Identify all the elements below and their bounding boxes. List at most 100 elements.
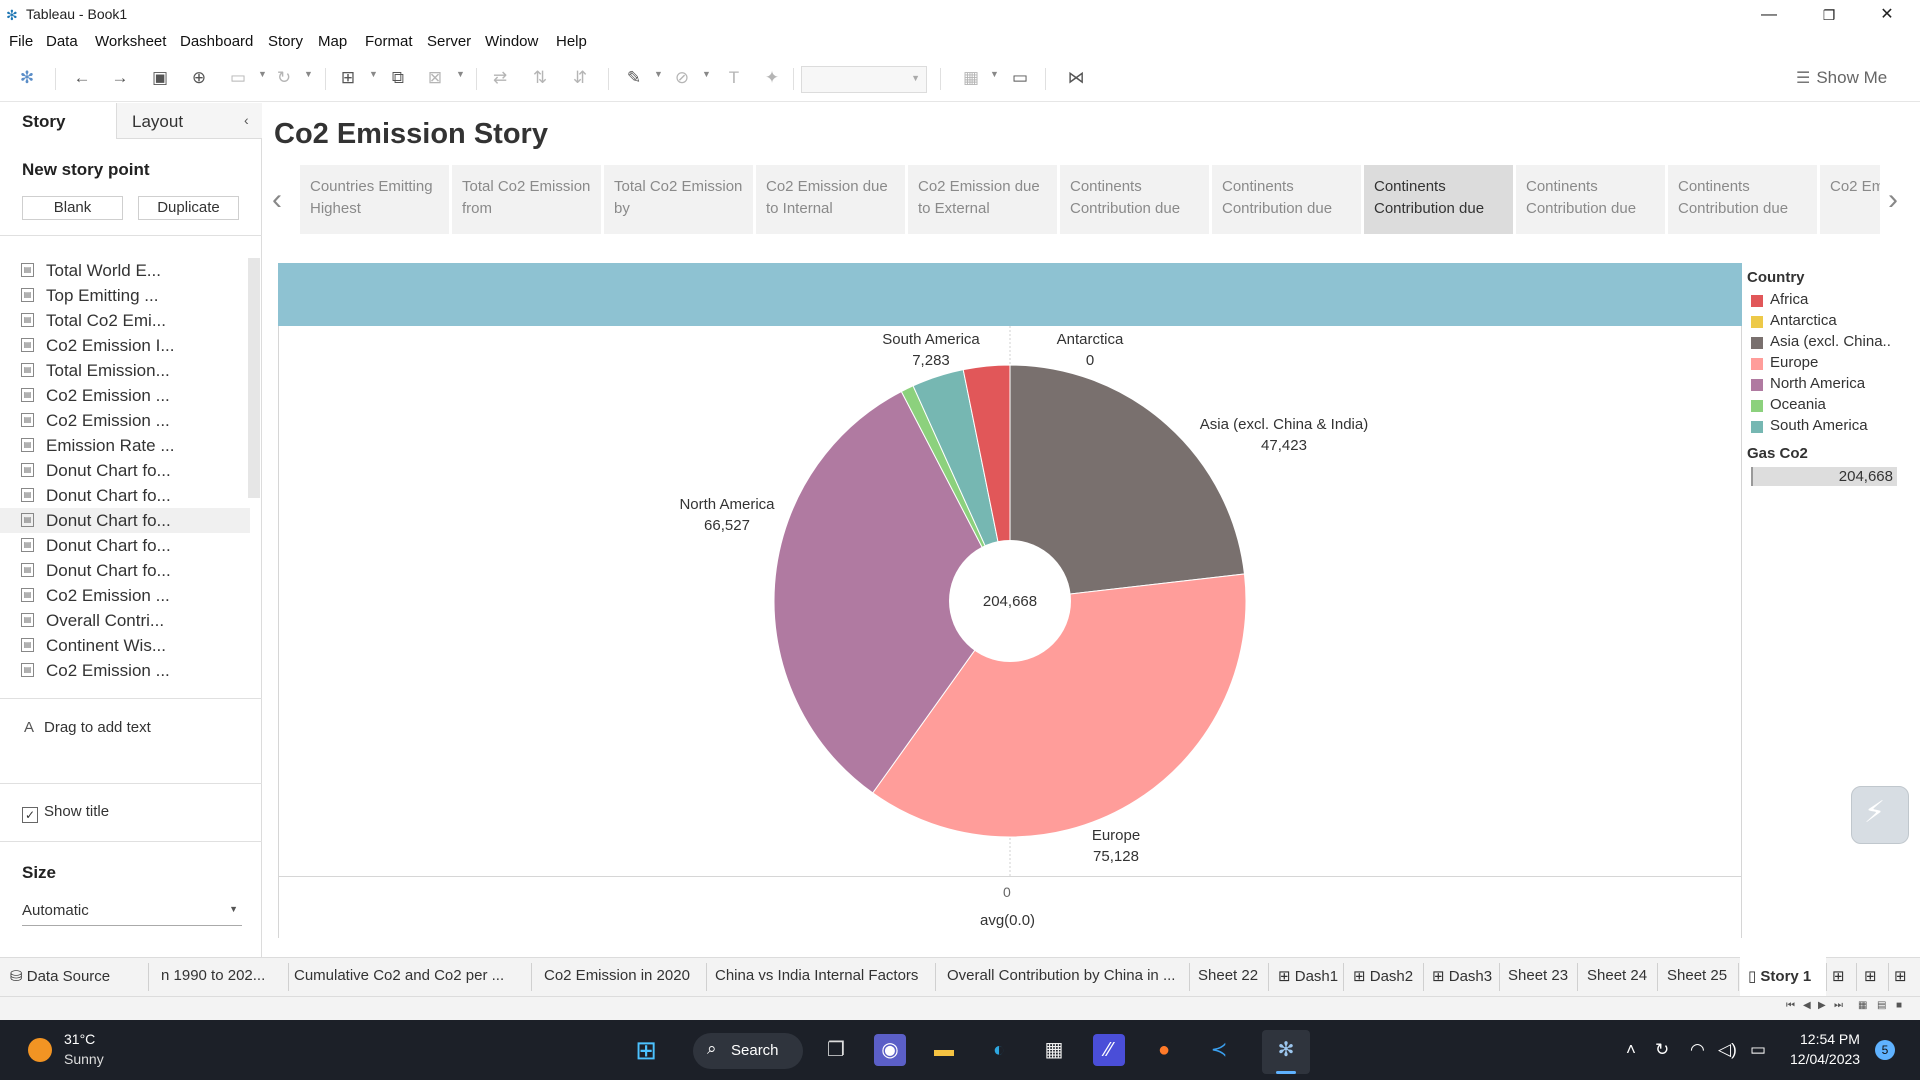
tableau-logo-icon[interactable]: ✻ (15, 66, 39, 90)
menu-help[interactable]: Help (556, 33, 587, 50)
chevron-left-icon[interactable]: ‹ (272, 183, 282, 217)
sheet-tab[interactable]: ⊞ Dash1 (1278, 967, 1338, 985)
new-worksheet-icon[interactable]: ⊞ (336, 66, 360, 90)
chevron-down-icon[interactable]: ▼ (258, 69, 267, 79)
app-icon[interactable]: ⁄⁄ (1093, 1034, 1125, 1066)
chevron-down-icon[interactable]: ▼ (990, 69, 999, 79)
story-sheet-item[interactable]: ▤ Donut Chart fo... (0, 458, 250, 483)
story-point-tab[interactable]: Continents Contribution due (1668, 165, 1817, 234)
pause-updates-icon[interactable]: ▭ (226, 66, 250, 90)
story-sheet-item[interactable]: ▤ Donut Chart fo... (0, 558, 250, 583)
swap-rows-columns-icon[interactable]: ⇄ (488, 66, 512, 90)
drag-to-add-text[interactable]: A Drag to add text (24, 719, 151, 736)
chevron-up-icon[interactable]: ˄ (1626, 1040, 1636, 1060)
sheet-tab[interactable]: n 1990 to 202... (161, 967, 265, 984)
story-sheet-item[interactable]: ▤ Emission Rate ... (0, 433, 250, 458)
task-view-icon[interactable]: ❐ (820, 1034, 852, 1066)
story-sheet-item[interactable]: ▤ Co2 Emission ... (0, 658, 250, 683)
chevron-down-icon[interactable]: ▼ (702, 69, 711, 79)
show-me-button[interactable]: ☰ Show Me (1796, 68, 1887, 88)
story-sheet-item[interactable]: ▤ Total World E... (0, 258, 250, 283)
sort-ascending-icon[interactable]: ⇅ (528, 66, 552, 90)
last-sheet-icon[interactable]: ⏭ (1834, 1000, 1843, 1011)
tab-data-source[interactable]: ⛁ Data Source (10, 967, 110, 985)
save-icon[interactable]: ▣ (148, 66, 172, 90)
story-point-tab[interactable]: Continents Contribution due (1060, 165, 1209, 234)
sync-icon[interactable]: ↻ (1655, 1040, 1669, 1060)
menu-data[interactable]: Data (46, 33, 78, 50)
story-point-tab[interactable]: Co2 Emission due to Internal (756, 165, 905, 234)
speaker-icon[interactable]: ◁) (1718, 1040, 1737, 1060)
story-sheet-item[interactable]: ▤ Donut Chart fo... (0, 533, 250, 558)
collapse-pane-icon[interactable]: ‹ (244, 112, 249, 128)
tab-story[interactable]: Story (0, 103, 117, 139)
weather-condition[interactable]: Sunny (64, 1051, 104, 1067)
file-explorer-icon[interactable]: ▬ (928, 1034, 960, 1066)
menu-format[interactable]: Format (365, 33, 413, 50)
story-point-tab[interactable]: Continents Contribution due (1212, 165, 1361, 234)
menu-story[interactable]: Story (268, 33, 303, 50)
story-sheet-item[interactable]: ▤ Total Emission... (0, 358, 250, 383)
sheet-list-scrollbar[interactable] (248, 258, 260, 498)
story-sheet-item[interactable]: ▤ Co2 Emission ... (0, 408, 250, 433)
redo-icon[interactable]: → (108, 66, 132, 90)
clear-sheet-icon[interactable]: ⊠ (423, 66, 447, 90)
sheet-tab[interactable]: Overall Contribution by China in ... (947, 967, 1175, 984)
firefox-icon[interactable]: ● (1148, 1034, 1180, 1066)
sheet-tab[interactable]: Sheet 22 (1198, 967, 1258, 984)
new-data-source-icon[interactable]: ⊕ (187, 66, 211, 90)
new-story-tab-icon[interactable]: ⊞ (1894, 967, 1907, 985)
grid-view-icon[interactable]: ▦ (1858, 1000, 1867, 1011)
sheet-tab[interactable]: ⊞ Dash2 (1353, 967, 1413, 985)
highlight-icon[interactable]: ✎ (622, 66, 646, 90)
story-sheet-item[interactable]: ▤ Top Emitting ... (0, 283, 250, 308)
menu-dashboard[interactable]: Dashboard (180, 33, 253, 50)
tabs-view-icon[interactable]: ■ (1896, 1000, 1902, 1011)
weather-temperature[interactable]: 31°C (64, 1031, 95, 1047)
blank-button[interactable]: Blank (22, 196, 123, 220)
duplicate-sheet-icon[interactable]: ⧉ (386, 66, 410, 90)
sheet-tab[interactable]: China vs India Internal Factors (715, 967, 918, 984)
minimize-button[interactable]: — (1746, 2, 1792, 28)
wifi-icon[interactable]: ◠ (1690, 1040, 1705, 1060)
story-sheet-item[interactable]: ▤ Co2 Emission ... (0, 583, 250, 608)
story-point-tab[interactable]: Countries Emitting Highest (300, 165, 449, 234)
new-dashboard-tab-icon[interactable]: ⊞ (1864, 967, 1877, 985)
taskbar-search[interactable]: ⌕ Search (693, 1033, 803, 1069)
sort-descending-icon[interactable]: ⇵ (568, 66, 592, 90)
sheet-tab[interactable]: ▯ Story 1 (1748, 967, 1811, 985)
menu-file[interactable]: File (9, 33, 33, 50)
notification-badge[interactable]: 5 (1875, 1040, 1895, 1060)
close-button[interactable]: ✕ (1864, 2, 1910, 28)
menu-map[interactable]: Map (318, 33, 347, 50)
sheet-tab[interactable]: Cumulative Co2 and Co2 per ... (294, 967, 504, 984)
sheet-tab[interactable]: Sheet 24 (1587, 967, 1647, 984)
show-title-checkbox[interactable]: ✓ Show title (22, 803, 109, 823)
new-worksheet-tab-icon[interactable]: ⊞ (1832, 967, 1845, 985)
sheet-tab[interactable]: Sheet 25 (1667, 967, 1727, 984)
vscode-icon[interactable]: ≺ (1203, 1034, 1235, 1066)
clock-date[interactable]: 12/04/2023 (1790, 1051, 1860, 1067)
menu-server[interactable]: Server (427, 33, 471, 50)
story-point-tab[interactable]: Total Co2 Emission by (604, 165, 753, 234)
story-point-tab[interactable]: Co2 Emission due to External (908, 165, 1057, 234)
size-select[interactable]: Automatic ▼ (22, 902, 242, 926)
story-point-tab[interactable]: Co2 Em pasr 10 (1820, 165, 1880, 234)
story-point-tab[interactable]: Total Co2 Emission from (452, 165, 601, 234)
share-icon[interactable]: ⋈ (1064, 66, 1088, 90)
chevron-down-icon[interactable]: ▼ (654, 69, 663, 79)
battery-icon[interactable]: ▭ (1750, 1040, 1766, 1060)
story-sheet-item[interactable]: ▤ Co2 Emission I... (0, 333, 250, 358)
clock-time[interactable]: 12:54 PM (1800, 1031, 1860, 1047)
sheet-tab[interactable]: Sheet 23 (1508, 967, 1568, 984)
tableau-taskbar-icon[interactable]: ✻ (1270, 1034, 1302, 1066)
show-cards-icon[interactable]: ▦ (959, 66, 983, 90)
refresh-icon[interactable]: ↻ (272, 66, 296, 90)
story-sheet-item[interactable]: ▤ Co2 Emission ... (0, 383, 250, 408)
chevron-down-icon[interactable]: ▼ (304, 69, 313, 79)
fit-dropdown[interactable]: ▼ (801, 66, 927, 93)
story-sheet-item[interactable]: ▤ Continent Wis... (0, 633, 250, 658)
undo-icon[interactable]: ← (70, 66, 94, 90)
presentation-mode-icon[interactable]: ▭ (1008, 66, 1032, 90)
chevron-down-icon[interactable]: ▼ (456, 69, 465, 79)
